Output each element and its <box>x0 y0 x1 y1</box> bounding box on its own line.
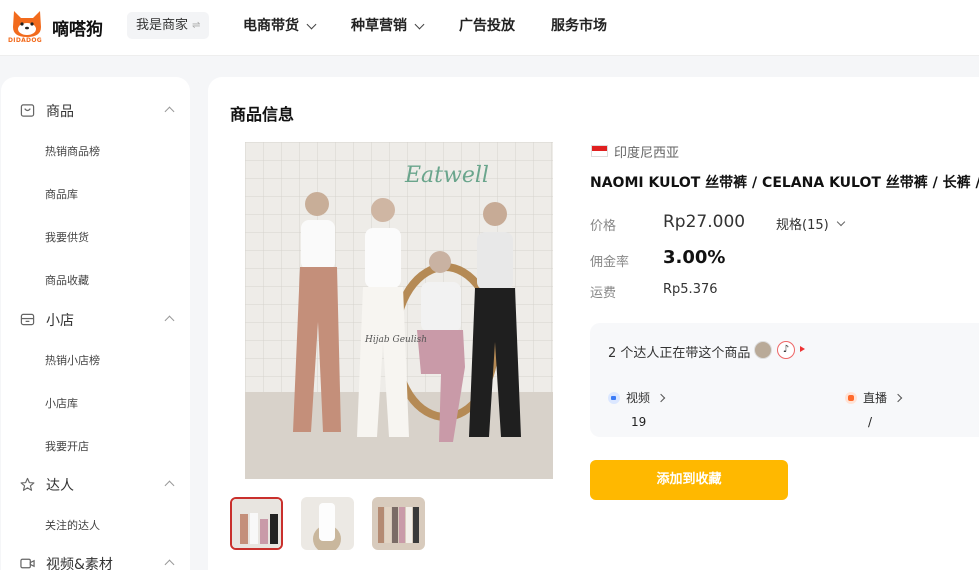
product-thumbnail[interactable] <box>230 497 283 550</box>
chevron-up-icon[interactable] <box>164 480 175 491</box>
svg-text:Hijab Geulish: Hijab Geulish <box>364 335 427 345</box>
sidebar-group-products[interactable]: 商品 <box>1 99 190 123</box>
sidebar-group-creators[interactable]: 达人 <box>1 473 190 497</box>
sidebar-item-supply[interactable]: 我要供货 <box>45 229 89 245</box>
sidebar-item-hot-shops[interactable]: 热销小店榜 <box>45 352 100 368</box>
nav-service-market[interactable]: 服务市场 <box>551 0 607 52</box>
nav-ads[interactable]: 广告投放 <box>459 0 515 52</box>
product-info-panel: 商品信息 Eatwell Hijab Geulish 印度尼西亚 NAOMI K… <box>208 77 979 570</box>
sidebar-group-shops[interactable]: 小店 <box>1 308 190 332</box>
chevron-down-icon <box>306 19 317 29</box>
sidebar-item-product-library[interactable]: 商品库 <box>45 186 78 202</box>
live-label: 直播 <box>863 391 888 405</box>
svg-text:Eatwell: Eatwell <box>404 163 489 188</box>
product-main-image[interactable]: Eatwell Hijab Geulish <box>245 142 553 479</box>
sidebar-item-product-favorites[interactable]: 商品收藏 <box>45 272 89 288</box>
commission-label: 佣金率 <box>590 255 630 270</box>
indonesia-flag-icon <box>591 145 608 157</box>
price-label: 价格 <box>590 219 617 234</box>
creators-count-text: 2 个达人正在带这个商品 <box>608 346 751 361</box>
live-count: / <box>868 415 873 429</box>
swap-icon: ⇌ <box>192 20 201 31</box>
live-stat-link[interactable]: 直播 <box>845 389 903 406</box>
product-name: NAOMI KULOT 丝带裤 / CELANA KULOT 丝带裤 / 长裤 … <box>590 175 979 191</box>
chevron-up-icon[interactable] <box>164 315 175 326</box>
avatar[interactable] <box>754 341 772 359</box>
nav-seeding[interactable]: 种草营销 <box>351 0 425 52</box>
shipping-label: 运费 <box>590 286 617 301</box>
avatar[interactable]: ♪ <box>777 341 795 359</box>
sidebar-group-videos[interactable]: 视频&素材 <box>1 552 190 570</box>
video-stat-link[interactable]: 视频 <box>608 389 666 406</box>
video-count: 19 <box>631 415 647 429</box>
live-icon <box>845 391 857 404</box>
spec-label: 规格(15) <box>776 218 829 233</box>
nav-label: 服务市场 <box>551 18 607 34</box>
product-country: 印度尼西亚 <box>614 146 680 161</box>
product-thumbnail[interactable] <box>372 497 425 550</box>
bag-icon <box>20 104 35 117</box>
video-label: 视频 <box>626 391 651 405</box>
triangle-right-icon[interactable] <box>800 346 805 352</box>
nav-ecommerce[interactable]: 电商带货 <box>243 0 317 52</box>
chevron-down-icon <box>414 19 425 29</box>
sidebar: 商品 热销商品榜 商品库 我要供货 商品收藏 小店 热销小店榜 小店库 我要开店… <box>1 77 190 570</box>
sidebar-group-label: 小店 <box>46 313 74 329</box>
nav-label: 种草营销 <box>351 18 407 34</box>
shipping-fee: Rp5.376 <box>663 282 718 297</box>
logo-text[interactable]: 嘀嗒狗 <box>52 15 103 40</box>
sidebar-item-open-shop[interactable]: 我要开店 <box>45 438 89 454</box>
sidebar-item-hot-products[interactable]: 热销商品榜 <box>45 143 100 159</box>
switch-role-button[interactable]: 我是商家 ⇌ <box>127 12 210 39</box>
nav-label: 电商带货 <box>243 18 299 34</box>
spec-dropdown[interactable]: 规格(15) <box>776 214 845 233</box>
add-to-favorites-button[interactable]: 添加到收藏 <box>590 460 788 500</box>
video-icon <box>20 558 35 569</box>
sidebar-group-label: 商品 <box>46 104 74 120</box>
creators-card: 2 个达人正在带这个商品 ♪ 视频 19 直播 / <box>590 323 979 437</box>
chevron-up-icon[interactable] <box>164 559 175 570</box>
chevron-up-icon[interactable] <box>164 106 175 117</box>
logo-subtext: DIDADOG <box>8 37 42 44</box>
sidebar-group-label: 达人 <box>46 478 74 494</box>
nav-label: 广告投放 <box>459 18 515 34</box>
page-title: 商品信息 <box>230 105 295 124</box>
star-icon <box>20 477 35 491</box>
product-thumbnail[interactable] <box>301 497 354 550</box>
main-nav: 电商带货 种草营销 广告投放 服务市场 <box>243 0 643 52</box>
chevron-right-icon <box>656 393 666 402</box>
product-price: Rp27.000 <box>663 212 746 232</box>
sidebar-group-label: 视频&素材 <box>46 557 113 570</box>
commission-rate: 3.00% <box>663 247 726 268</box>
sidebar-item-followed-creators[interactable]: 关注的达人 <box>45 517 100 533</box>
sidebar-item-shop-library[interactable]: 小店库 <box>45 395 78 411</box>
top-header: DIDADOG 嘀嗒狗 我是商家 ⇌ 电商带货 种草营销 广告投放 服务市场 <box>0 0 979 56</box>
chevron-right-icon <box>893 393 903 402</box>
video-icon <box>608 391 620 404</box>
chevron-down-icon <box>836 217 845 226</box>
didadog-logo-icon[interactable]: DIDADOG <box>8 7 44 45</box>
shop-icon <box>20 313 35 326</box>
switch-role-label: 我是商家 <box>136 18 189 33</box>
